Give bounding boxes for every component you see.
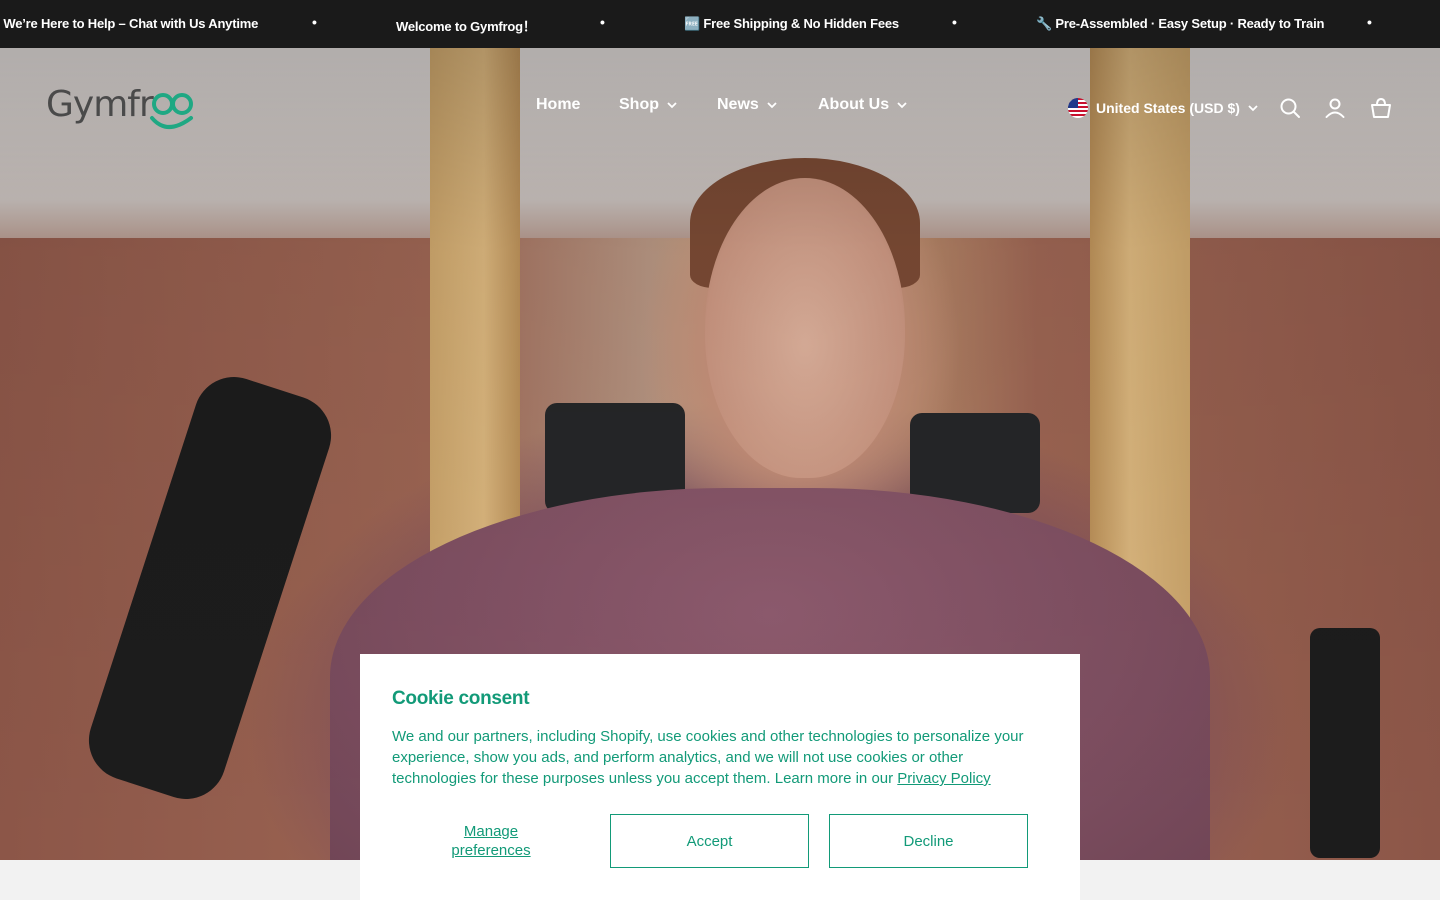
privacy-policy-link[interactable]: Privacy Policy — [897, 770, 990, 787]
announcement-separator: • — [312, 14, 317, 30]
us-flag-icon — [1068, 98, 1088, 118]
chevron-down-icon — [897, 102, 907, 109]
decline-button[interactable]: Decline — [829, 814, 1028, 868]
announcement-message: Welcome to Gymfrog！ — [396, 19, 536, 34]
country-label: United States (USD $) — [1096, 100, 1240, 116]
cart-icon[interactable] — [1369, 96, 1393, 120]
nav-about-us[interactable]: About Us — [818, 96, 907, 114]
chevron-down-icon — [667, 102, 677, 109]
nav-news[interactable]: News — [717, 96, 777, 114]
announcement-separator: • — [952, 14, 957, 30]
nav-label: News — [717, 96, 759, 113]
accept-button[interactable]: Accept — [610, 814, 809, 868]
cookie-consent-body: We and our partners, including Shopify, … — [392, 726, 1048, 789]
announcement-message: 🔧 Pre-Assembled · Easy Setup · Ready to … — [1036, 16, 1325, 31]
announcement-message: 🆓 Free Shipping & No Hidden Fees — [684, 16, 899, 31]
manage-preferences-button[interactable]: Manage preferences — [424, 822, 558, 860]
svg-text:Gymfr: Gymfr — [46, 84, 154, 125]
nav-shop[interactable]: Shop — [619, 96, 677, 114]
country-selector[interactable]: United States (USD $) — [1068, 96, 1258, 120]
chevron-down-icon — [1248, 105, 1258, 112]
announcement-message: 💬 We’re Here to Help – Chat with Us Anyt… — [0, 16, 259, 31]
announcement-separator: • — [1367, 14, 1372, 30]
search-icon[interactable] — [1278, 96, 1302, 120]
logo[interactable]: Gymfr — [46, 78, 196, 138]
nav-label: About Us — [818, 96, 890, 113]
account-icon[interactable] — [1323, 96, 1347, 120]
announcement-separator: • — [600, 14, 605, 30]
chevron-down-icon — [767, 102, 777, 109]
announcement-bar: 💬 We’re Here to Help – Chat with Us Anyt… — [0, 0, 1440, 48]
gymfrog-logo-icon: Gymfr — [46, 84, 193, 129]
nav-label: Shop — [619, 96, 659, 113]
nav-home[interactable]: Home — [536, 96, 580, 114]
cookie-consent-dialog: Cookie consent We and our partners, incl… — [360, 654, 1080, 900]
nav-label: Home — [536, 96, 581, 113]
cookie-consent-title: Cookie consent — [392, 688, 530, 709]
